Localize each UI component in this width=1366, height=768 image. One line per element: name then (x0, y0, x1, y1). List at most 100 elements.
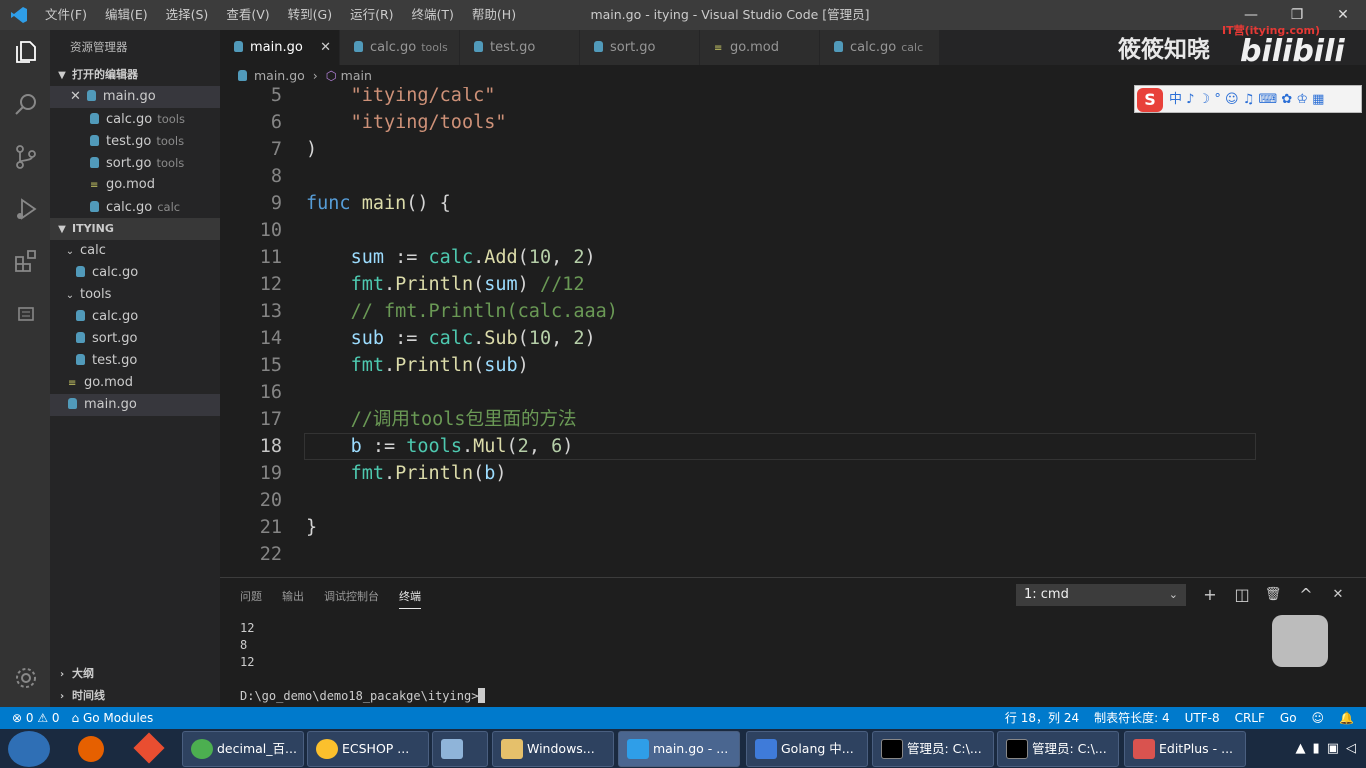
problems-status[interactable]: ⊗ 0 ⚠ 0 (12, 707, 60, 729)
file-item[interactable]: sort.go (50, 328, 220, 350)
file-item[interactable]: test.go (50, 350, 220, 372)
breadcrumb-file[interactable]: main.go (254, 68, 305, 83)
open-editors-label: 打开的编辑器 (72, 68, 138, 81)
menu-view[interactable]: 查看(V) (217, 0, 278, 30)
folder-tools[interactable]: ⌄ tools (50, 284, 220, 306)
close-icon[interactable]: ✕ (320, 30, 331, 65)
taskbar-chrome-window[interactable]: ECSHOP ... (307, 731, 429, 767)
outline-section[interactable]: › 大纲 (50, 663, 220, 685)
open-editor-item[interactable]: ✕ main.go (50, 86, 220, 108)
file-item[interactable]: calc.go (50, 262, 220, 284)
open-editor-item[interactable]: test.go tools (50, 130, 220, 152)
trash-icon[interactable]: 🗑 (1263, 584, 1283, 606)
menu-go[interactable]: 转到(G) (279, 0, 341, 30)
go-file-icon (86, 90, 96, 101)
timeline-section[interactable]: › 时间线 (50, 685, 220, 707)
run-debug-icon[interactable] (13, 196, 39, 222)
tab-sort-go[interactable]: sort.go (580, 30, 700, 65)
folder-calc[interactable]: ⌄ calc (50, 240, 220, 262)
close-panel-button[interactable]: ✕ (1328, 584, 1348, 606)
tab-size[interactable]: 制表符长度: 4 (1094, 707, 1170, 729)
menu-run[interactable]: 运行(R) (341, 0, 402, 30)
breadcrumb-symbol[interactable]: main (341, 68, 372, 83)
taskbar-browser-window[interactable]: Golang 中... (746, 731, 868, 767)
menu-file[interactable]: 文件(F) (36, 0, 96, 30)
firefox-icon[interactable] (64, 732, 118, 766)
tab-problems[interactable]: 问题 (240, 588, 262, 609)
taskbar-vscode-window[interactable]: main.go - ... (618, 731, 740, 767)
terminal-prompt-line: D:\go_demo\demo18_pacakge\itying> (240, 688, 486, 705)
source-control-icon[interactable] (13, 144, 39, 170)
code-line: func main() { (306, 193, 451, 214)
menu-selection[interactable]: 选择(S) (157, 0, 218, 30)
volume-icon[interactable]: ◁ (1346, 729, 1356, 768)
taskbar-app-window[interactable] (432, 731, 488, 767)
bell-icon[interactable]: 🔔 (1339, 707, 1354, 729)
language-mode[interactable]: Go (1280, 707, 1297, 729)
taskbar-explorer-window[interactable]: Windows... (492, 731, 614, 767)
file-item[interactable]: calc.go (50, 306, 220, 328)
ime-items[interactable]: 中 ♪ ☽ ° ☺ ♫ ⌨ ✿ ♔ ▦ (1169, 86, 1324, 114)
tab-go-mod[interactable]: ≡ go.mod (700, 30, 820, 65)
ime-toolbar[interactable]: S 中 ♪ ☽ ° ☺ ♫ ⌨ ✿ ♔ ▦ (1134, 85, 1362, 113)
git-icon[interactable] (122, 732, 176, 766)
file-name: go.mod (84, 375, 133, 390)
menu-edit[interactable]: 编辑(E) (96, 0, 157, 30)
add-terminal-button[interactable]: + (1200, 584, 1220, 606)
cursor-position[interactable]: 行 18，列 24 (1005, 707, 1079, 729)
cmd-icon (881, 739, 903, 759)
encoding[interactable]: UTF-8 (1185, 707, 1220, 729)
tray-device-icon[interactable]: ▮ (1313, 729, 1320, 768)
file-name: calc.go (92, 309, 139, 324)
open-editor-item[interactable]: ≡ go.mod (50, 174, 220, 196)
editor-scrollbar[interactable] (1350, 87, 1366, 575)
tab-calc-calc[interactable]: calc.go calc (820, 30, 940, 65)
open-editors-section[interactable]: ▼ 打开的编辑器 (50, 64, 220, 86)
tab-debug-console[interactable]: 调试控制台 (324, 588, 379, 609)
settings-gear-icon[interactable] (13, 665, 39, 691)
extensions-icon[interactable] (13, 248, 39, 274)
window-label: decimal_百... (217, 741, 297, 756)
close-window-button[interactable]: ✕ (1320, 0, 1366, 30)
project-section[interactable]: ▼ ITYING (50, 218, 220, 240)
code-line: "itying/tools" (350, 112, 507, 133)
network-icon[interactable]: ▣ (1327, 729, 1339, 768)
go-modules-status[interactable]: ⌂ Go Modules (72, 707, 154, 729)
feedback-icon[interactable]: ☺ (1312, 707, 1325, 729)
file-item[interactable]: main.go (50, 394, 220, 416)
terminal-select[interactable]: 1: cmd ⌄ (1016, 584, 1186, 606)
line-number: 19 (259, 463, 282, 484)
end-of-line[interactable]: CRLF (1235, 707, 1265, 729)
tab-label: calc.go (370, 40, 417, 55)
open-editor-item[interactable]: sort.go tools (50, 152, 220, 174)
file-name: test.go (92, 353, 138, 368)
taskbar-editplus-window[interactable]: EditPlus - ... (1124, 731, 1246, 767)
search-icon[interactable] (13, 92, 39, 118)
file-name: go.mod (106, 177, 155, 192)
terminal-output[interactable]: 12 8 12 D:\go_demo\demo18_pacakge\itying> (240, 620, 486, 705)
taskbar-chrome-window[interactable]: decimal_百... (182, 731, 304, 767)
tab-main-go[interactable]: main.go ✕ (220, 30, 340, 65)
code-editor[interactable]: 5 6 7 8 9 10 11 12 13 14 15 16 17 18 19 … (220, 87, 1350, 575)
taskbar-cmd-window[interactable]: 管理员: C:\... (872, 731, 994, 767)
tray-expand-icon[interactable]: ▲ (1296, 729, 1306, 768)
start-button[interactable] (8, 731, 50, 767)
open-editor-item[interactable]: calc.go tools (50, 108, 220, 130)
file-item[interactable]: ≡ go.mod (50, 372, 220, 394)
video-play-icon[interactable] (1272, 615, 1328, 667)
split-terminal-button[interactable]: ◫ (1232, 584, 1252, 606)
line-number: 6 (270, 112, 282, 133)
tab-calc-tools[interactable]: calc.go tools (340, 30, 460, 65)
sogou-icon[interactable]: S (1137, 88, 1163, 112)
tab-output[interactable]: 输出 (282, 588, 304, 609)
explorer-icon[interactable] (13, 39, 39, 65)
document-icon[interactable] (13, 302, 39, 328)
tab-test-go[interactable]: test.go (460, 30, 580, 65)
maximize-panel-button[interactable]: ^ (1296, 584, 1316, 606)
close-icon[interactable]: ✕ (70, 89, 81, 104)
taskbar-cmd-window[interactable]: 管理员: C:\... (997, 731, 1119, 767)
tab-terminal[interactable]: 终端 (399, 588, 421, 609)
browser-icon (755, 739, 777, 759)
window-label: main.go - ... (653, 741, 729, 756)
open-editor-item[interactable]: calc.go calc (50, 196, 220, 218)
